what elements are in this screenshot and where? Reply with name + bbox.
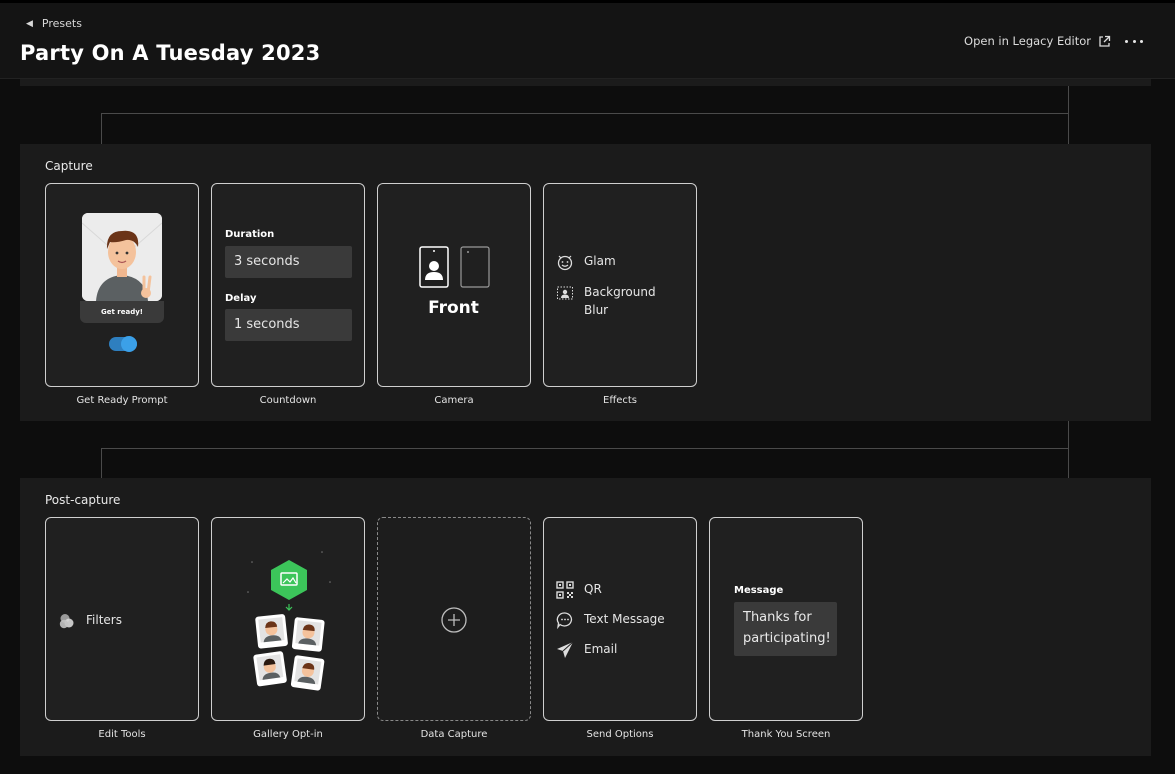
- delay-label: Delay: [225, 293, 257, 304]
- get-ready-preview-image: [82, 213, 162, 301]
- message-field[interactable]: Thanks for participating!: [734, 602, 837, 656]
- front-camera-icon[interactable]: [419, 246, 449, 288]
- card-label: Thank You Screen: [741, 729, 831, 740]
- rear-camera-icon[interactable]: [460, 246, 490, 288]
- card-label: Camera: [434, 395, 474, 406]
- edit-tools-card[interactable]: Filters: [45, 517, 199, 721]
- qr-code-icon: [556, 581, 574, 599]
- card-label: Get Ready Prompt: [76, 395, 168, 406]
- countdown-card[interactable]: Duration 3 seconds Delay 1 seconds: [211, 183, 365, 387]
- send-options-card[interactable]: QR Text Message Email: [543, 517, 697, 721]
- effect-item-background-blur[interactable]: Background Blur: [556, 283, 674, 319]
- duration-label: Duration: [225, 229, 275, 240]
- flow-connector: [101, 113, 1069, 144]
- back-label: Presets: [41, 17, 82, 30]
- edit-tool-label: Filters: [86, 613, 122, 627]
- card-label: Countdown: [259, 395, 317, 406]
- glam-face-icon: [557, 255, 573, 271]
- send-option-label: Email: [584, 642, 618, 656]
- card-label: Send Options: [586, 729, 654, 740]
- filters-icon: [59, 614, 74, 629]
- background-blur-icon: [557, 286, 573, 300]
- gallery-opt-in-card[interactable]: [211, 517, 365, 721]
- capture-section: Capture Get ready! Get Ready Prompt Dura…: [20, 144, 1151, 421]
- thank-you-screen-card[interactable]: Message Thanks for participating!: [709, 517, 863, 721]
- section-title: Capture: [45, 159, 93, 173]
- chevron-left-icon: ◀: [26, 18, 33, 29]
- gallery-illustration: [247, 551, 331, 691]
- page-title: Party On A Tuesday 2023: [20, 41, 321, 65]
- open-legacy-editor-link[interactable]: Open in Legacy Editor: [964, 34, 1111, 48]
- effect-label: Glam: [584, 254, 616, 268]
- edit-tool-filters[interactable]: Filters: [58, 611, 122, 630]
- send-option-text-message[interactable]: Text Message: [556, 610, 665, 629]
- external-link-icon: [1099, 35, 1111, 47]
- delay-field[interactable]: 1 seconds: [225, 309, 352, 341]
- post-capture-section: Post-capture Filters Edit Tools Gallery …: [20, 478, 1151, 756]
- previous-section-edge: [20, 79, 1151, 86]
- message-label: Message: [734, 585, 784, 596]
- get-ready-toggle[interactable]: [109, 336, 137, 352]
- card-label: Gallery Opt-in: [253, 729, 323, 740]
- more-options-icon[interactable]: [1125, 33, 1143, 49]
- send-option-email[interactable]: Email: [556, 640, 617, 659]
- send-option-label: QR: [584, 582, 602, 596]
- duration-field[interactable]: 3 seconds: [225, 246, 352, 278]
- data-capture-card[interactable]: [377, 517, 531, 721]
- get-ready-caption: Get ready!: [80, 301, 164, 323]
- paper-plane-icon: [557, 641, 574, 658]
- effects-card[interactable]: Glam Background Blur: [543, 183, 697, 387]
- chat-bubble-icon: [556, 612, 573, 629]
- top-bar: ◀ Presets Party On A Tuesday 2023 Open i…: [0, 0, 1175, 79]
- card-label: Data Capture: [420, 729, 488, 740]
- section-title: Post-capture: [45, 493, 121, 507]
- add-icon[interactable]: [441, 607, 467, 633]
- send-option-qr[interactable]: QR: [556, 580, 602, 599]
- send-option-label: Text Message: [584, 612, 665, 626]
- back-link[interactable]: ◀ Presets: [26, 17, 82, 30]
- legacy-label: Open in Legacy Editor: [964, 34, 1091, 48]
- effect-item-glam[interactable]: Glam: [556, 252, 616, 271]
- card-label: Effects: [603, 395, 637, 406]
- card-label: Edit Tools: [98, 729, 146, 740]
- camera-selected-value: Front: [428, 298, 479, 318]
- get-ready-prompt-card[interactable]: Get ready!: [45, 183, 199, 387]
- camera-card[interactable]: Front: [377, 183, 531, 387]
- flow-connector: [101, 448, 1069, 478]
- effect-label: Background Blur: [584, 285, 656, 317]
- person-illustration: [82, 213, 162, 301]
